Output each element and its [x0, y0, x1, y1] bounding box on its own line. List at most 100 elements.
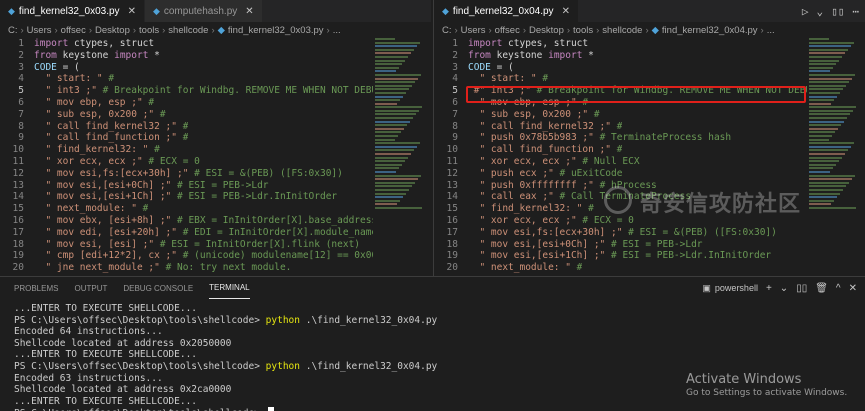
- minimap-line: [375, 163, 402, 166]
- code-line-text: " mov esi,[esi+1Ch] ;" # ESI = PEB->Ldr.…: [34, 191, 338, 203]
- run-dropdown-icon[interactable]: ⌄: [817, 5, 824, 18]
- breadcrumb-segment[interactable]: offsec: [61, 25, 86, 36]
- minimap-line: [375, 113, 416, 116]
- minimap-line: [375, 45, 417, 48]
- editor-tab[interactable]: ◆ find_kernel32_0x03.py ✕: [0, 0, 145, 22]
- minimap-line: [375, 185, 412, 188]
- terminal-shell-name: powershell: [714, 283, 758, 293]
- minimap-line: [375, 77, 418, 80]
- code-line: 18 " mov esi, [esi] ;" # ESI = InInitOrd…: [0, 239, 373, 251]
- breadcrumb-segment[interactable]: C:: [442, 25, 452, 36]
- line-number: 12: [12, 167, 24, 179]
- minimap-line: [375, 109, 419, 112]
- activate-windows-subtitle: Go to Settings to activate Windows.: [686, 388, 848, 398]
- minimap-line: [375, 124, 407, 127]
- breadcrumb-segment[interactable]: find_kernel32_0x03.py: [228, 25, 324, 36]
- code-line: 14 " call eax ;" # Call TerminateProcess: [434, 191, 807, 203]
- terminal-shell-selector[interactable]: ▣ powershell: [702, 283, 758, 294]
- editor-tab[interactable]: ◆ computehash.py ✕: [144, 0, 263, 22]
- close-tab-icon[interactable]: ✕: [562, 6, 570, 17]
- panel-tab-terminal[interactable]: TERMINAL: [209, 277, 250, 299]
- chevron-right-icon: ›: [88, 24, 93, 36]
- breadcrumb-segment[interactable]: Desktop: [95, 25, 130, 36]
- panel-tab-debug-console[interactable]: DEBUG CONSOLE: [123, 277, 193, 299]
- code-line: 5 " int3 ;" # Breakpoint for Windbg. REM…: [0, 85, 373, 97]
- breadcrumb-segment[interactable]: C:: [8, 25, 18, 36]
- minimap-line: [375, 84, 412, 87]
- minimap-right[interactable]: [809, 38, 857, 238]
- terminal-line: Encoded 64 instructions...: [14, 326, 865, 338]
- editor-tab[interactable]: ◆ find_kernel32_0x04.py ✕: [434, 0, 579, 22]
- breadcrumb-segment[interactable]: tools: [573, 25, 593, 36]
- line-number: 11: [12, 155, 24, 167]
- terminal-dropdown-icon[interactable]: ⌄: [780, 283, 788, 294]
- maximize-panel-icon[interactable]: ^: [836, 283, 841, 294]
- close-tab-icon[interactable]: ✕: [245, 6, 253, 17]
- run-icon[interactable]: ▷: [802, 5, 809, 18]
- code-line: 4 " start: " #: [0, 73, 373, 85]
- minimap-line: [809, 199, 834, 202]
- more-actions-icon[interactable]: ⋯: [852, 5, 859, 18]
- minimap-line: [809, 73, 855, 76]
- split-editor-icon[interactable]: ▯▯: [831, 5, 844, 18]
- minimap-line: [809, 88, 843, 91]
- code-line: 2 from keystone import *: [434, 50, 807, 62]
- new-terminal-icon[interactable]: +: [766, 283, 772, 294]
- minimap-line: [809, 203, 831, 206]
- minimap-line: [375, 99, 400, 102]
- line-number: 16: [446, 214, 458, 226]
- minimap-line: [809, 196, 837, 199]
- kill-terminal-icon[interactable]: 🗑: [815, 283, 828, 294]
- code-line: 16 " xor ecx, ecx ;" # ECX = 0: [434, 215, 807, 227]
- breadcrumb-segment[interactable]: tools: [139, 25, 159, 36]
- line-number: 10: [12, 144, 24, 156]
- breadcrumb-segment[interactable]: Users: [27, 25, 52, 36]
- code-line-text: " call find_function ;" #: [468, 144, 623, 156]
- panel-tab-problems[interactable]: PROBLEMS: [14, 277, 58, 299]
- minimap-line: [809, 167, 833, 170]
- minimap-line: [809, 48, 848, 51]
- minimap-line: [375, 203, 397, 206]
- code-line-text: from keystone import *: [468, 49, 594, 61]
- code-line: 2 from keystone import *: [0, 50, 373, 62]
- minimap-line: [809, 206, 856, 209]
- minimap-line: [809, 66, 833, 69]
- minimap-line: [809, 117, 847, 120]
- minimap-line: [375, 41, 420, 44]
- close-tab-icon[interactable]: ✕: [128, 6, 136, 17]
- code-line-text: " cmp [edi+12*2], cx ;" # (unicode) modu…: [34, 250, 373, 262]
- breadcrumb-segment[interactable]: ...: [333, 25, 341, 36]
- breadcrumb-segment[interactable]: Users: [461, 25, 486, 36]
- code-editor-left[interactable]: 1 import ctypes, struct 2 from keystone imp…: [0, 38, 373, 274]
- minimap-line: [809, 135, 832, 138]
- breadcrumb-segment[interactable]: shellcode: [602, 25, 642, 36]
- code-line: 15 " next_module: " #: [0, 203, 373, 215]
- code-line-text: " xor ecx, ecx ;" # Null ECX: [468, 155, 640, 167]
- breadcrumb-segment[interactable]: ...: [767, 25, 775, 36]
- code-editor-right[interactable]: 1 import ctypes, struct 2 from keystone imp…: [434, 38, 807, 274]
- code-line-text: " mov esi,fs:[ecx+30h] ;" # ESI = &(PEB)…: [34, 167, 343, 179]
- line-number: 5: [452, 85, 458, 97]
- code-line-text: " find_kernel32: " #: [468, 203, 594, 215]
- code-line-text: " mov ebp, esp ;" #: [34, 96, 155, 108]
- code-line: 12 " mov esi,fs:[ecx+30h] ;" # ESI = &(P…: [0, 168, 373, 180]
- minimap-line: [809, 55, 842, 58]
- split-terminal-icon[interactable]: ▯▯: [796, 283, 807, 294]
- line-number: 1: [452, 38, 458, 49]
- minimap-line: [809, 174, 855, 177]
- panel-tab-output[interactable]: OUTPUT: [74, 277, 107, 299]
- line-number: 5: [18, 85, 24, 97]
- minimap-line: [809, 99, 834, 102]
- minimap-line: [375, 81, 415, 84]
- breadcrumb-segment[interactable]: offsec: [495, 25, 520, 36]
- minimap-left[interactable]: [375, 38, 423, 238]
- minimap-line: [375, 153, 411, 155]
- minimap-line: [809, 63, 836, 66]
- panel-tabbar: PROBLEMS OUTPUT DEBUG CONSOLE TERMINAL ▣ po…: [0, 277, 865, 299]
- line-number: 20: [12, 262, 24, 274]
- close-panel-icon[interactable]: ✕: [849, 283, 857, 294]
- breadcrumb-segment[interactable]: find_kernel32_0x04.py: [662, 25, 758, 36]
- code-line: 12 " push ecx ;" # uExitCode: [434, 168, 807, 180]
- breadcrumb-segment[interactable]: shellcode: [168, 25, 208, 36]
- breadcrumb-segment[interactable]: Desktop: [529, 25, 564, 36]
